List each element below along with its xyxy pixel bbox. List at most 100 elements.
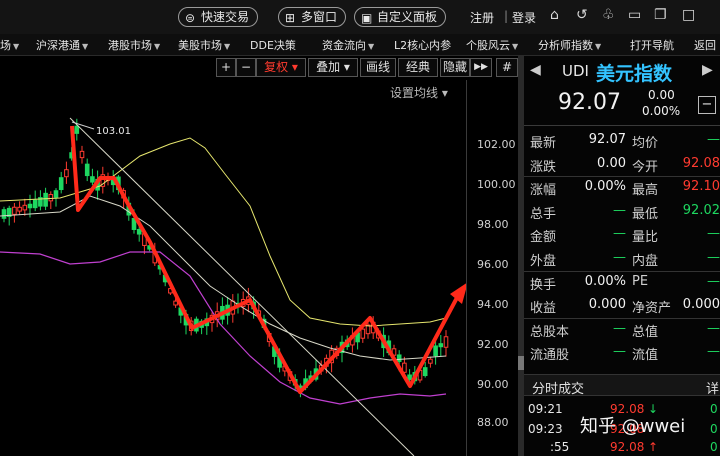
more-button[interactable]: ▶▶ (470, 58, 492, 77)
menu-item-stock-risk[interactable]: 个股风云 ▼ (466, 37, 518, 53)
stat-label: 换手 (530, 277, 557, 293)
multi-window-label: 多窗口 (301, 10, 338, 24)
stat-value: — (707, 273, 720, 289)
stat-label: 总值 (632, 324, 659, 340)
custom-panel-button[interactable]: ▣ 自定义面板 (354, 7, 447, 27)
back-icon[interactable]: ↺ (576, 7, 588, 23)
grid-button[interactable]: # (496, 58, 518, 77)
stat-value: — (613, 202, 626, 218)
stat-label: 最低 (632, 206, 659, 222)
maximize-icon[interactable]: □ (682, 7, 695, 23)
zigzag-arrow-line (70, 125, 462, 394)
skin-icon[interactable]: ♧ (602, 7, 615, 23)
trades-header: 分时成交 详 (524, 374, 720, 397)
stat-row: 金额 — 量比 — (524, 224, 720, 247)
quote-panel: ◀ UDI 美元指数 ▶ 92.07 0.00 0.00% − 最新 92.07 均… (524, 56, 720, 456)
stat-value: — (707, 132, 720, 147)
candle-body (22, 204, 28, 211)
stat-value: — (613, 320, 626, 336)
trades-detail-link[interactable]: 详 (706, 378, 719, 397)
restore-icon[interactable]: ❐ (654, 7, 667, 23)
candle-body (84, 163, 90, 177)
price-axis: 102.00 100.00 98.00 96.00 94.00 92.00 90… (466, 80, 518, 456)
menu-item-fund-flow[interactable]: 资金流向 ▼ (322, 37, 374, 53)
stat-label: 总股本 (530, 324, 570, 340)
stat-label: 涨跌 (530, 159, 557, 175)
stat-value: — (707, 250, 720, 265)
title-bar: ⊜ 快速交易 ⊞ 多窗口 ▣ 自定义面板 注册 | 登录 ⌂ ↺ ♧ ▭ ❐ □ (0, 0, 720, 34)
candle-body (422, 367, 428, 377)
y-tick: 92.00 (477, 338, 509, 351)
quote-change-pct: 0.00% (642, 104, 681, 118)
y-tick: 100.00 (477, 178, 516, 191)
register-link[interactable]: 注册 (470, 9, 494, 26)
candle-body (79, 150, 85, 159)
collapse-button[interactable]: − (698, 96, 716, 114)
candle-body (360, 328, 366, 339)
y-tick: 94.00 (477, 298, 509, 311)
quote-name: 美元指数 (596, 63, 673, 85)
candle-body (428, 358, 433, 364)
menu-item-navigation[interactable]: 打开导航 (630, 37, 674, 53)
minimize-icon[interactable]: ▭ (628, 7, 641, 23)
stat-value: 92.02 (682, 202, 720, 218)
stat-row: 流通股 — 流值 — (524, 342, 720, 365)
candles-group (1, 118, 449, 398)
stat-row: 换手 0.00% PE — (524, 272, 720, 295)
candle-body (12, 206, 17, 215)
stat-row: 总股本 — 总值 — (524, 319, 720, 342)
candle-body (438, 343, 444, 348)
stat-label: 流值 (632, 348, 659, 364)
next-arrow-icon[interactable]: ▶ (702, 62, 713, 78)
menu-item-analyst[interactable]: 分析师指数 ▼ (538, 37, 601, 53)
menu-item-us-market[interactable]: 美股市场 ▼ (178, 37, 230, 53)
stat-label: 今开 (632, 159, 659, 175)
stat-value: — (707, 320, 720, 336)
stat-value: — (707, 344, 720, 360)
custom-panel-label: 自定义面板 (377, 10, 438, 24)
custom-panel-icon: ▣ (361, 11, 373, 25)
quick-trade-label: 快速交易 (201, 10, 250, 24)
y-tick: 96.00 (477, 258, 509, 271)
trades-title: 分时成交 (532, 382, 585, 397)
menu-item-market[interactable]: 场 ▼ (0, 37, 19, 53)
login-link[interactable]: 登录 (512, 9, 536, 26)
stat-label: 涨幅 (530, 183, 557, 199)
quote-change: 0.00 (648, 88, 675, 102)
candle-body (90, 176, 95, 183)
stat-label: 外盘 (530, 254, 557, 269)
candle-body (443, 336, 449, 348)
candle-body (74, 125, 80, 134)
menu-item-back[interactable]: 返回 (694, 37, 716, 53)
stat-value: — (707, 226, 720, 242)
candle-body (17, 206, 22, 212)
kline-chart-area[interactable]: + − 复权 ▾ 叠加 ▾ 画线 经典 隐藏 ▶▶ # 设置均线 ▾ 103.0… (0, 56, 518, 456)
stat-value: 0.000 (588, 297, 626, 313)
stat-label: 流通股 (530, 348, 570, 364)
stat-label: 内盘 (632, 254, 659, 269)
candle-body (48, 194, 54, 202)
menu-item-hk-market[interactable]: 港股市场 ▼ (108, 37, 160, 53)
y-tick: 98.00 (477, 218, 509, 231)
stat-value: 0.00% (584, 179, 626, 195)
menu-item-hk-connect[interactable]: 沪深港通 ▼ (36, 37, 88, 53)
stat-label: 金额 (530, 230, 557, 246)
candle-body (27, 203, 33, 209)
y-tick: 102.00 (477, 138, 516, 151)
candle-body (58, 177, 64, 191)
trend-line (69, 117, 415, 456)
candle-body (43, 192, 48, 207)
home-icon[interactable]: ⌂ (550, 7, 559, 23)
stat-value: 0.00 (597, 155, 626, 171)
menu-item-l2[interactable]: L2核心内参 (394, 37, 451, 53)
peak-label: 103.01 (96, 126, 131, 137)
candle-body (1, 209, 7, 219)
prev-arrow-icon[interactable]: ◀ (530, 62, 541, 78)
stat-label: 总手 (530, 206, 557, 222)
stat-row: 涨跌 0.00 今开 92.08 (524, 154, 720, 177)
stat-label: 收益 (530, 301, 557, 317)
quick-trade-button[interactable]: ⊜ 快速交易 (178, 7, 259, 27)
watermark: 知乎 @wwei (580, 416, 686, 437)
multi-window-button[interactable]: ⊞ 多窗口 (278, 7, 347, 27)
menu-item-dde[interactable]: DDE决策 (250, 37, 296, 53)
